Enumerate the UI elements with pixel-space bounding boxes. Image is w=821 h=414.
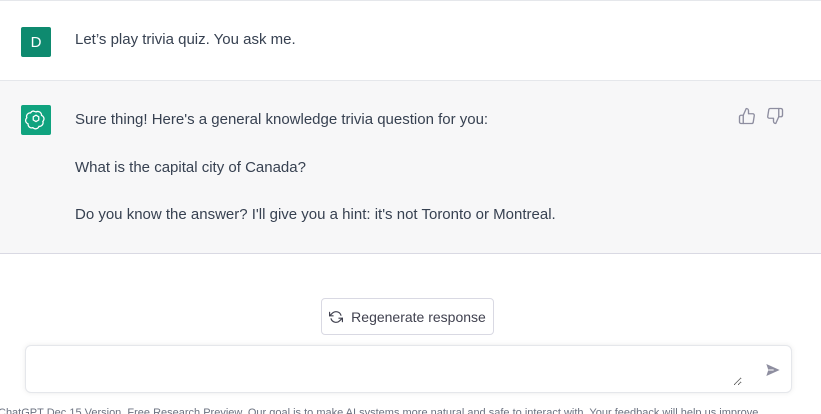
assistant-message-line: Sure thing! Here's a general knowledge t… bbox=[75, 111, 489, 128]
regenerate-response-button[interactable]: Regenerate response bbox=[321, 298, 494, 335]
assistant-message-line: Do you know the answer? I'll give you a … bbox=[75, 206, 556, 223]
user-avatar-letter: D bbox=[30, 33, 42, 51]
message-input[interactable] bbox=[38, 356, 742, 386]
openai-logo-icon bbox=[25, 110, 45, 130]
regenerate-response-label: Regenerate response bbox=[351, 308, 486, 325]
footer-disclaimer: ChatGPT Dec 15 Version. Free Research Pr… bbox=[0, 407, 762, 414]
assistant-message: Sure thing! Here's a general knowledge t… bbox=[0, 81, 821, 254]
message-composer bbox=[25, 345, 792, 393]
thumbs-up-icon[interactable] bbox=[738, 107, 756, 125]
user-message: D Let’s play trivia quiz. You ask me. bbox=[0, 1, 821, 81]
user-message-text: Let’s play trivia quiz. You ask me. bbox=[75, 31, 296, 48]
refresh-icon bbox=[329, 310, 344, 323]
assistant-avatar bbox=[21, 105, 51, 135]
thumbs-down-icon[interactable] bbox=[766, 107, 784, 125]
send-icon[interactable] bbox=[765, 362, 781, 378]
chat-page: D Let’s play trivia quiz. You ask me. Su… bbox=[0, 0, 821, 414]
user-avatar: D bbox=[21, 27, 51, 57]
assistant-message-line: What is the capital city of Canada? bbox=[75, 159, 306, 176]
